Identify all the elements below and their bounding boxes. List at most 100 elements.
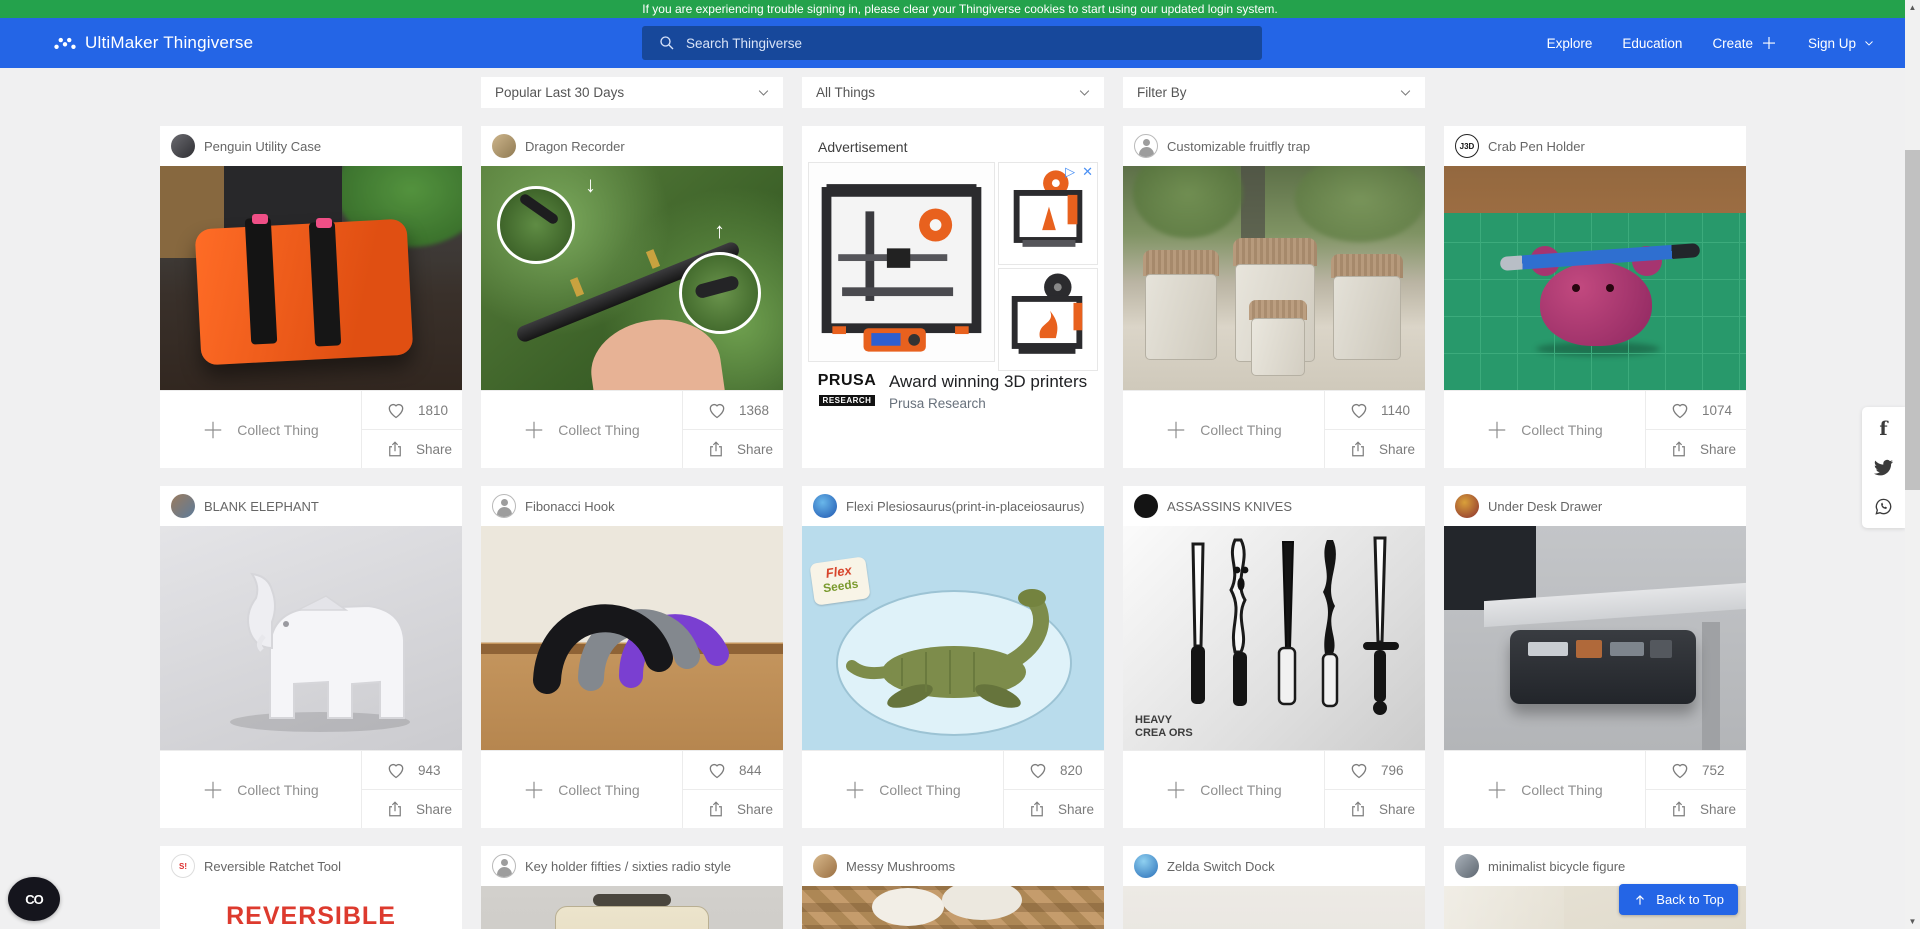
- thing-thumbnail[interactable]: [160, 526, 462, 750]
- share-button[interactable]: Share: [683, 430, 783, 468]
- brand-name: UltiMaker Thingiverse: [85, 33, 253, 53]
- creator-avatar[interactable]: [1134, 134, 1158, 158]
- thing-thumbnail[interactable]: [1444, 166, 1746, 390]
- image-title-text: REVERSIBLE: [160, 902, 462, 929]
- like-button[interactable]: 1810: [362, 391, 462, 430]
- collect-thing-button[interactable]: Collect Thing: [160, 391, 362, 468]
- thing-thumbnail[interactable]: [481, 526, 783, 750]
- thing-thumbnail[interactable]: [1123, 886, 1425, 929]
- whatsapp-icon[interactable]: [1874, 497, 1893, 516]
- brand-logo[interactable]: UltiMaker Thingiverse: [54, 18, 253, 68]
- filter-by-dropdown[interactable]: Filter By: [1123, 77, 1425, 108]
- thing-thumbnail[interactable]: [1123, 166, 1425, 390]
- thing-title[interactable]: Key holder fifties / sixties radio style: [525, 859, 731, 874]
- thing-title[interactable]: Dragon Recorder: [525, 139, 625, 154]
- thing-title[interactable]: minimalist bicycle figure: [1488, 859, 1625, 874]
- cookie-consent-button[interactable]: CO: [8, 877, 60, 921]
- plus-icon: [1486, 779, 1508, 801]
- share-button[interactable]: Share: [1646, 790, 1746, 828]
- nav-education[interactable]: Education: [1622, 36, 1682, 51]
- thing-title[interactable]: BLANK ELEPHANT: [204, 499, 319, 514]
- thing-thumbnail[interactable]: ↓ ↑: [481, 166, 783, 390]
- nav-explore[interactable]: Explore: [1547, 36, 1593, 51]
- sort-dropdown[interactable]: Popular Last 30 Days: [481, 77, 783, 108]
- nav-create[interactable]: Create: [1712, 34, 1778, 52]
- scroll-up-arrow[interactable]: ▲: [1905, 0, 1920, 15]
- thing-title[interactable]: Reversible Ratchet Tool: [204, 859, 341, 874]
- like-button[interactable]: 943: [362, 751, 462, 790]
- ad-advertiser[interactable]: Prusa Research: [889, 396, 1087, 411]
- thing-title[interactable]: Crab Pen Holder: [1488, 139, 1585, 154]
- share-button[interactable]: Share: [1325, 790, 1425, 828]
- like-button[interactable]: 796: [1325, 751, 1425, 790]
- collect-thing-button[interactable]: Collect Thing: [481, 391, 683, 468]
- creator-avatar[interactable]: [492, 494, 516, 518]
- nav-signup[interactable]: Sign Up: [1808, 36, 1875, 51]
- thing-thumbnail[interactable]: [481, 886, 783, 929]
- thing-title[interactable]: Under Desk Drawer: [1488, 499, 1602, 514]
- creator-avatar[interactable]: [813, 494, 837, 518]
- thing-thumbnail[interactable]: [1444, 526, 1746, 750]
- adchoices-icon[interactable]: ▷: [1065, 165, 1075, 178]
- share-button[interactable]: Share: [362, 790, 462, 828]
- share-button[interactable]: Share: [362, 430, 462, 468]
- like-button[interactable]: 1368: [683, 391, 783, 430]
- collect-thing-button[interactable]: Collect Thing: [160, 751, 362, 828]
- creator-avatar[interactable]: [1455, 854, 1479, 878]
- creator-avatar[interactable]: [171, 494, 195, 518]
- like-button[interactable]: 820: [1004, 751, 1104, 790]
- scroll-down-arrow[interactable]: ▼: [1905, 914, 1920, 929]
- thing-thumbnail[interactable]: HEAVY CREA ORS: [1123, 526, 1425, 750]
- thing-title[interactable]: Messy Mushrooms: [846, 859, 955, 874]
- ad-headline[interactable]: Award winning 3D printers: [889, 372, 1087, 392]
- share-button[interactable]: Share: [1646, 430, 1746, 468]
- creator-avatar[interactable]: [492, 134, 516, 158]
- collect-thing-button[interactable]: Collect Thing: [1123, 751, 1325, 828]
- thing-thumbnail[interactable]: [160, 166, 462, 390]
- creator-avatar[interactable]: [1134, 854, 1158, 878]
- collect-thing-button[interactable]: Collect Thing: [802, 751, 1004, 828]
- creator-avatar[interactable]: [1455, 494, 1479, 518]
- thing-title[interactable]: Zelda Switch Dock: [1167, 859, 1275, 874]
- thing-title[interactable]: Fibonacci Hook: [525, 499, 615, 514]
- share-label: Share: [737, 802, 773, 817]
- share-button[interactable]: Share: [1325, 430, 1425, 468]
- thing-title[interactable]: Customizable fruitfly trap: [1167, 139, 1310, 154]
- share-button[interactable]: Share: [1004, 790, 1104, 828]
- creator-avatar[interactable]: [813, 854, 837, 878]
- collect-thing-button[interactable]: Collect Thing: [1444, 751, 1646, 828]
- ad-creative[interactable]: ▷ ✕: [808, 162, 1098, 411]
- collect-thing-button[interactable]: Collect Thing: [1444, 391, 1646, 468]
- scrollbar-thumb[interactable]: [1905, 150, 1920, 490]
- thing-thumbnail[interactable]: REVERSIBLE: [160, 886, 462, 929]
- thing-thumbnail[interactable]: [802, 886, 1104, 929]
- ad-image-main[interactable]: [808, 162, 995, 362]
- creator-avatar[interactable]: S!: [171, 854, 195, 878]
- back-to-top-button[interactable]: Back to Top: [1619, 884, 1738, 915]
- collect-thing-button[interactable]: Collect Thing: [1123, 391, 1325, 468]
- like-count: 943: [418, 763, 441, 778]
- thing-thumbnail[interactable]: Flex Seeds: [802, 526, 1104, 750]
- creator-avatar[interactable]: [1134, 494, 1158, 518]
- creator-avatar[interactable]: [171, 134, 195, 158]
- thing-type-dropdown[interactable]: All Things: [802, 77, 1104, 108]
- search-bar[interactable]: [642, 26, 1262, 60]
- like-button[interactable]: 1074: [1646, 391, 1746, 430]
- ad-close-icon[interactable]: ✕: [1082, 165, 1093, 178]
- facebook-icon[interactable]: f: [1874, 419, 1893, 438]
- like-button[interactable]: 752: [1646, 751, 1746, 790]
- thing-title[interactable]: Penguin Utility Case: [204, 139, 321, 154]
- like-button[interactable]: 1140: [1325, 391, 1425, 430]
- thing-title[interactable]: ASSASSINS KNIVES: [1167, 499, 1292, 514]
- collect-thing-button[interactable]: Collect Thing: [481, 751, 683, 828]
- like-button[interactable]: 844: [683, 751, 783, 790]
- thing-title[interactable]: Flexi Plesiosaurus(print-in-placeiosauru…: [846, 499, 1084, 514]
- ad-image-bottom[interactable]: [998, 268, 1098, 371]
- creator-avatar[interactable]: J3D: [1455, 134, 1479, 158]
- twitter-icon[interactable]: [1874, 458, 1893, 477]
- creator-avatar[interactable]: [492, 854, 516, 878]
- search-input[interactable]: [686, 36, 1262, 51]
- share-button[interactable]: Share: [683, 790, 783, 828]
- prusa-logo[interactable]: PRUSA RESEARCH: [816, 372, 878, 408]
- login-notice-banner: If you are experiencing trouble signing …: [0, 0, 1920, 18]
